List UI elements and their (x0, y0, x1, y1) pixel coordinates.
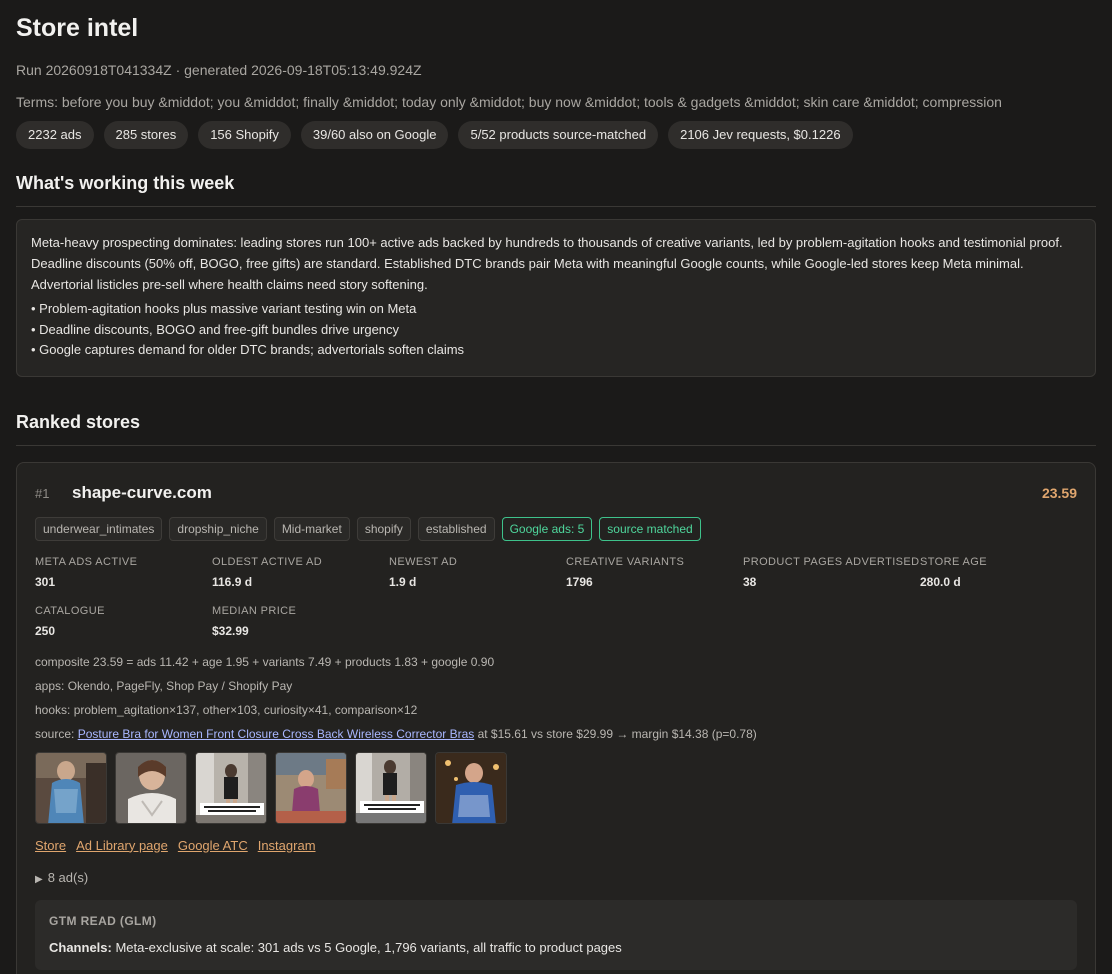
working-summary: Meta-heavy prospecting dominates: leadin… (16, 219, 1096, 377)
ad-thumbnail[interactable] (115, 751, 187, 824)
tag-niche: dropship_niche (169, 516, 267, 541)
ranked-section-header: Ranked stores (16, 412, 1096, 446)
store-stats: Meta ads active 301 Oldest active ad 116… (35, 554, 1077, 638)
pill-ads: 2232 ads (16, 121, 94, 149)
ad-thumbnail[interactable] (355, 751, 427, 824)
stat-label: Store age (920, 555, 987, 568)
page-title: Store intel (16, 14, 139, 42)
stat-value: $32.99 (212, 623, 249, 638)
tag-platform: shopify (356, 516, 411, 541)
stat-label: Catalogue (35, 604, 105, 617)
composite-score-line: composite 23.59 = ads 11.42 + age 1.95 +… (35, 654, 495, 669)
summary-text: Meta-heavy prospecting dominates: leadin… (31, 235, 1063, 292)
stat-value: 250 (35, 623, 56, 638)
bullet-item: Problem-agitation hooks plus massive var… (31, 299, 1081, 320)
tag-maturity: established (417, 516, 495, 541)
ad-thumbnails (35, 751, 1077, 824)
page: Store intel Run 20260918T041334Z · gener… (0, 0, 1112, 974)
run-meta: Run 20260918T041334Z · generated 2026-09… (16, 62, 422, 78)
ad-thumbnail[interactable] (35, 751, 107, 824)
stat-store-age: Store age 280.0 d (920, 554, 1097, 589)
stat-label: Newest ad (389, 555, 458, 568)
tag-tier: Mid-market (273, 516, 350, 541)
gtm-title: GTM READ (GLM) (49, 913, 157, 928)
stat-value: 1.9 d (389, 574, 417, 589)
ads-toggle-label: 8 ad(s) (47, 869, 89, 885)
stat-label: Meta ads active (35, 555, 138, 568)
store-links: Store Ad Library page Google ATC Instagr… (35, 838, 1077, 853)
stat-median-price: Median price $32.99 (212, 603, 389, 638)
store-rank: #1 (35, 485, 50, 501)
gtm-channels-text: Meta-exclusive at scale: 301 ads vs 5 Go… (111, 939, 622, 955)
ad-thumbnail[interactable] (195, 751, 267, 824)
source-line: source: Posture Bra for Women Front Clos… (35, 726, 1077, 741)
store-score: 23.59 (1041, 484, 1077, 501)
gtm-read-panel: GTM READ (GLM) Channels: Meta-exclusive … (35, 899, 1077, 970)
pill-requests: 2106 Jev requests, $0.1226 (668, 121, 853, 149)
source-product-link[interactable]: Posture Bra for Women Front Closure Cros… (78, 727, 475, 741)
working-title: What's working this week (16, 173, 235, 193)
pill-stores: 285 stores (103, 121, 189, 149)
gtm-channels-label: Channels: (49, 939, 112, 955)
google-atc-link[interactable]: Google ATC (178, 838, 248, 853)
stat-value: 116.9 d (212, 574, 253, 589)
search-terms: Terms: before you buy &middot; you &midd… (16, 94, 1002, 110)
stat-creative-variants: Creative variants 1796 (566, 554, 743, 589)
working-section-header: What's working this week (16, 173, 1096, 207)
pill-google: 39/60 also on Google (300, 121, 449, 149)
stat-label: Product pages advertised (743, 555, 920, 568)
stat-product-pages: Product pages advertised 38 (743, 554, 920, 589)
bullet-item: Google captures demand for older DTC bra… (31, 340, 1081, 361)
store-link[interactable]: Store (35, 838, 66, 853)
source-prefix: source: (35, 726, 78, 741)
hooks-line: hooks: problem_agitation×137, other×103,… (35, 702, 418, 717)
stat-value: 1796 (566, 574, 593, 589)
stat-meta-ads: Meta ads active 301 (35, 554, 212, 589)
ads-toggle[interactable]: ▶ 8 ad(s) (35, 870, 1077, 885)
tag-category: underwear_intimates (35, 516, 163, 541)
instagram-link[interactable]: Instagram (258, 838, 316, 853)
stat-value: 38 (743, 574, 757, 589)
triangle-right-icon: ▶ (35, 873, 43, 885)
tag-source-matched: source matched (599, 516, 701, 541)
stat-oldest-ad: Oldest active ad 116.9 d (212, 554, 389, 589)
summary-bullets: Problem-agitation hooks plus massive var… (31, 299, 1081, 361)
summary-pills: 2232 ads 285 stores 156 Shopify 39/60 al… (16, 121, 1096, 149)
ad-library-link[interactable]: Ad Library page (76, 838, 168, 853)
stat-label: Median price (212, 604, 297, 617)
ad-thumbnail[interactable] (435, 751, 507, 824)
stat-label: Creative variants (566, 555, 685, 568)
stat-value: 280.0 d (920, 574, 961, 589)
stat-value: 301 (35, 574, 56, 589)
store-card-header: #1 shape-curve.com 23.59 (35, 483, 1077, 503)
gtm-channels: Channels: Meta-exclusive at scale: 301 a… (49, 940, 1063, 955)
source-suffix: at $15.61 vs store $29.99 → margin $14.3… (474, 726, 757, 741)
stat-label: Oldest active ad (212, 555, 323, 568)
pill-source-matched: 5/52 products source-matched (458, 121, 659, 149)
store-domain: shape-curve.com (72, 482, 212, 502)
ranked-title: Ranked stores (16, 411, 141, 432)
tag-google-ads: Google ads: 5 (501, 516, 593, 541)
stat-newest-ad: Newest ad 1.9 d (389, 554, 566, 589)
ad-thumbnail[interactable] (275, 751, 347, 824)
apps-line: apps: Okendo, PageFly, Shop Pay / Shopif… (35, 678, 293, 693)
store-tags: underwear_intimates dropship_niche Mid-m… (35, 516, 1077, 541)
stat-catalogue: Catalogue 250 (35, 603, 212, 638)
bullet-item: Deadline discounts, BOGO and free-gift b… (31, 320, 1081, 341)
pill-shopify: 156 Shopify (198, 121, 291, 149)
store-card: #1 shape-curve.com 23.59 underwear_intim… (16, 461, 1096, 974)
